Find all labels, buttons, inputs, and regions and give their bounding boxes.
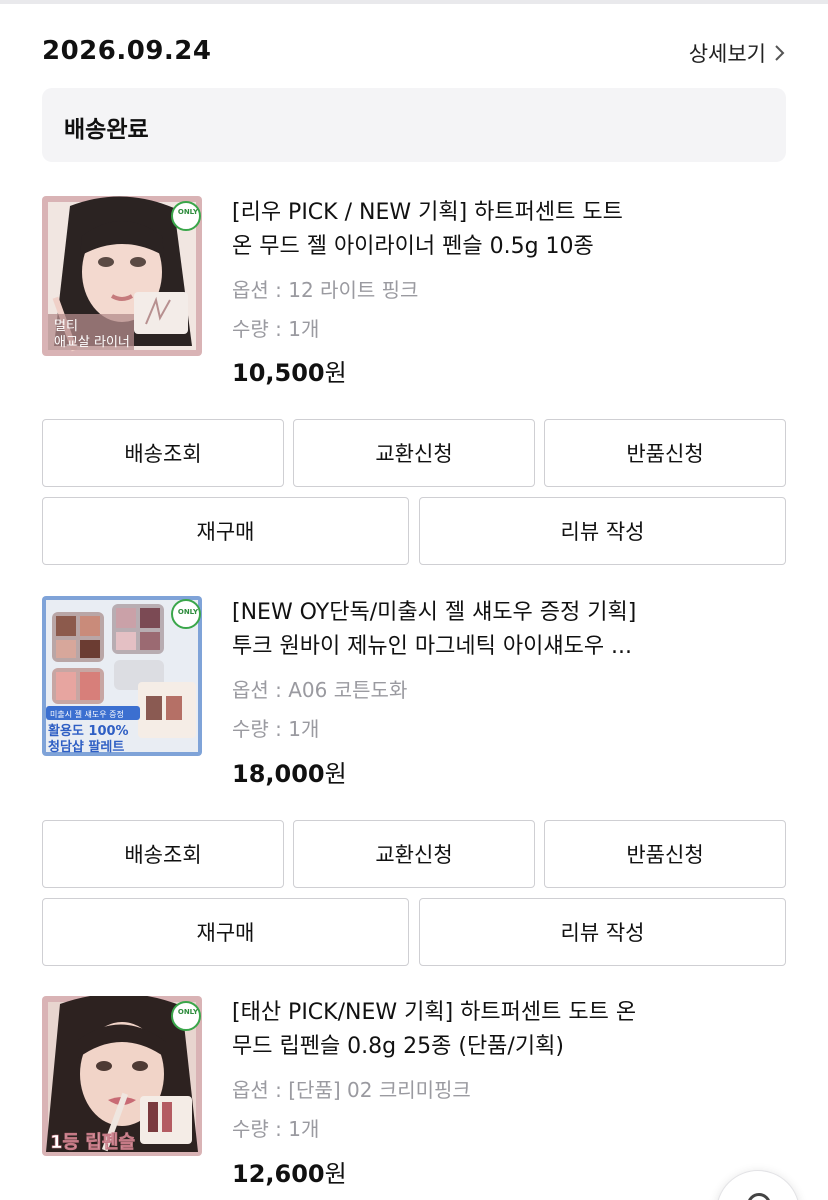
write-review-button[interactable]: 리뷰 작성 <box>419 898 786 966</box>
product-price: 12,600원 <box>232 1154 347 1189</box>
chevron-right-icon <box>775 45 785 61</box>
image-text-2a: 미출시 젤 섀도우 증정 <box>50 709 124 719</box>
product-price: 18,000원 <box>232 754 347 789</box>
image-badge-3: ONLY <box>178 1008 199 1016</box>
price-currency: 원 <box>324 760 347 788</box>
product-image-eyeshadow[interactable]: ONLY 미출시 젤 섀도우 증정 활용도 100% 청담샵 팔레트 <box>42 596 202 756</box>
product-price: 10,500원 <box>232 353 347 388</box>
image-text-1a: 멀티 <box>54 319 78 334</box>
product-name-line1: [NEW OY단독/미출시 젤 섀도우 증정 기획] <box>232 600 637 625</box>
product-name-line2: 온 무드 젤 아이라이너 펜슬 0.5g 10종 <box>232 234 594 259</box>
reorder-button[interactable]: 재구매 <box>42 497 409 565</box>
track-delivery-button[interactable]: 배송조회 <box>42 820 284 888</box>
product-name-line1: [리우 PICK / NEW 기획] 하트퍼센트 도트 <box>232 200 623 225</box>
delivery-status: 배송완료 <box>64 117 149 143</box>
top-divider <box>0 0 828 4</box>
price-currency: 원 <box>324 359 347 387</box>
image-text-3a: 1등 립펜슬 <box>50 1132 135 1153</box>
product-image-eyeliner[interactable]: ONLY 멀티 애교살 라이너 <box>42 196 202 356</box>
product-quantity: 수량 : 1개 <box>232 1117 320 1141</box>
track-delivery-button[interactable]: 배송조회 <box>42 419 284 487</box>
price-amount: 18,000 <box>232 760 325 788</box>
product-name[interactable]: [NEW OY단독/미출시 젤 섀도우 증정 기획] 투크 원바이 제뉴인 마그… <box>232 596 752 664</box>
order-detail-link[interactable]: 상세보기 <box>689 38 786 68</box>
price-amount: 12,600 <box>232 1160 325 1188</box>
product-image-lip-pencil[interactable]: ONLY 1등 립펜슬 <box>42 996 202 1156</box>
product-option: 옵션 : A06 코튼도화 <box>232 678 408 702</box>
image-text-2c: 청담샵 팔레트 <box>48 739 124 755</box>
product-option: 옵션 : 12 라이트 핑크 <box>232 278 419 302</box>
product-name-line1: [태산 PICK/NEW 기획] 하트퍼센트 도트 온 <box>232 1000 637 1025</box>
product-name[interactable]: [리우 PICK / NEW 기획] 하트퍼센트 도트 온 무드 젤 아이라이너… <box>232 196 752 264</box>
image-badge-2: ONLY <box>178 608 199 616</box>
price-amount: 10,500 <box>232 359 325 387</box>
product-name[interactable]: [태산 PICK/NEW 기획] 하트퍼센트 도트 온 무드 립펜슬 0.8g … <box>232 996 752 1064</box>
image-badge-1: ONLY <box>178 208 199 216</box>
reorder-button[interactable]: 재구매 <box>42 898 409 966</box>
price-currency: 원 <box>324 1160 347 1188</box>
exchange-request-button[interactable]: 교환신청 <box>293 820 535 888</box>
product-name-line2: 투크 원바이 제뉴인 마그네틱 아이섀도우 ... <box>232 634 633 659</box>
exchange-request-button[interactable]: 교환신청 <box>293 419 535 487</box>
floating-search-button[interactable] <box>716 1170 800 1200</box>
order-detail-label: 상세보기 <box>688 42 766 66</box>
image-text-1b: 애교살 라이너 <box>54 335 130 350</box>
search-icon <box>747 1193 771 1200</box>
delivery-status-box: 배송완료 <box>42 88 786 162</box>
return-request-button[interactable]: 반품신청 <box>544 820 786 888</box>
image-text-2b: 활용도 100% <box>48 723 129 739</box>
product-option: 옵션 : [단품] 02 크리미핑크 <box>232 1078 471 1102</box>
product-quantity: 수량 : 1개 <box>232 717 320 741</box>
order-date: 2026.09.24 <box>42 36 212 66</box>
return-request-button[interactable]: 반품신청 <box>544 419 786 487</box>
product-quantity: 수량 : 1개 <box>232 317 320 341</box>
product-name-line2: 무드 립펜슬 0.8g 25종 (단품/기획) <box>232 1034 564 1059</box>
write-review-button[interactable]: 리뷰 작성 <box>419 497 786 565</box>
